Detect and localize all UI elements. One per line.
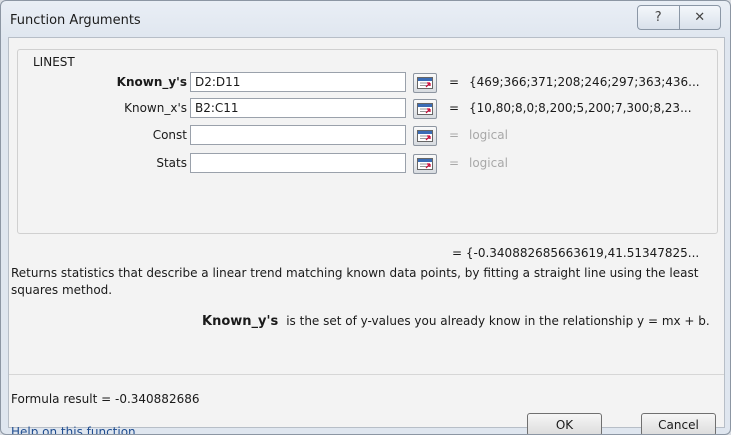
- formula-result-value: -0.340882686: [114, 392, 200, 406]
- known-x-input[interactable]: B2:C11: [190, 98, 406, 118]
- title-bar-buttons: ? ✕: [637, 5, 721, 30]
- cancel-button[interactable]: Cancel: [641, 413, 716, 434]
- collapse-dialog-icon[interactable]: [413, 99, 437, 119]
- dialog-title: Function Arguments: [10, 13, 141, 28]
- argument-description: Known_y's is the set of y-values you alre…: [202, 314, 710, 329]
- close-icon[interactable]: ✕: [678, 6, 721, 29]
- function-name: LINEST: [31, 55, 77, 69]
- arg-evaluated-value: {469;366;371;208;246;297;363;436...: [469, 75, 700, 89]
- equals-sign: =: [449, 156, 460, 170]
- equals-sign: =: [449, 101, 460, 115]
- divider: [9, 374, 724, 375]
- arg-label: Const: [152, 128, 187, 142]
- arg-row-const: Const = logical: [18, 125, 717, 147]
- arg-evaluated-value: logical: [469, 128, 508, 142]
- argument-name: Known_y's: [202, 314, 279, 329]
- equals-sign: =: [449, 75, 460, 89]
- arg-row-stats: Stats = logical: [18, 153, 717, 175]
- arg-label: Known_y's: [116, 75, 187, 89]
- collapse-dialog-icon[interactable]: [413, 154, 437, 174]
- result-preview-value: {-0.340882685663619,41.51347825...: [465, 246, 700, 260]
- const-input[interactable]: [190, 125, 406, 145]
- title-bar[interactable]: Function Arguments ? ✕: [1, 1, 730, 37]
- formula-result: Formula result = -0.340882686: [11, 392, 199, 406]
- argument-help-text: is the set of y-values you already know …: [286, 314, 710, 328]
- arg-label: Known_x's: [124, 101, 187, 115]
- stats-input[interactable]: [190, 153, 406, 173]
- known-y-input[interactable]: D2:D11: [190, 72, 406, 92]
- function-description: Returns statistics that describe a linea…: [11, 266, 699, 297]
- arguments-group: LINEST Known_y's D2:D11 = {469;366;371;2…: [17, 49, 718, 234]
- arg-row-known-y: Known_y's D2:D11 = {469;366;371;208;246;…: [18, 72, 717, 94]
- result-preview: = {-0.340882685663619,41.51347825...: [452, 246, 700, 260]
- formula-result-label: Formula result =: [11, 392, 112, 406]
- equals-sign: =: [449, 128, 460, 142]
- ok-button[interactable]: OK: [527, 413, 602, 434]
- help-icon[interactable]: ?: [638, 6, 679, 29]
- dialog-body: LINEST Known_y's D2:D11 = {469;366;371;2…: [8, 37, 725, 434]
- collapse-dialog-icon[interactable]: [413, 73, 437, 93]
- arg-evaluated-value: {10,80;8,0;8,200;5,200;7,300;8,23...: [469, 101, 692, 115]
- arg-row-known-x: Known_x's B2:C11 = {10,80;8,0;8,200;5,20…: [18, 98, 717, 120]
- arg-evaluated-value: logical: [469, 156, 508, 170]
- collapse-dialog-icon[interactable]: [413, 126, 437, 146]
- function-arguments-dialog: Function Arguments ? ✕ LINEST Known_y's …: [0, 0, 731, 435]
- help-link[interactable]: Help on this function: [11, 425, 136, 434]
- arg-label: Stats: [156, 156, 187, 170]
